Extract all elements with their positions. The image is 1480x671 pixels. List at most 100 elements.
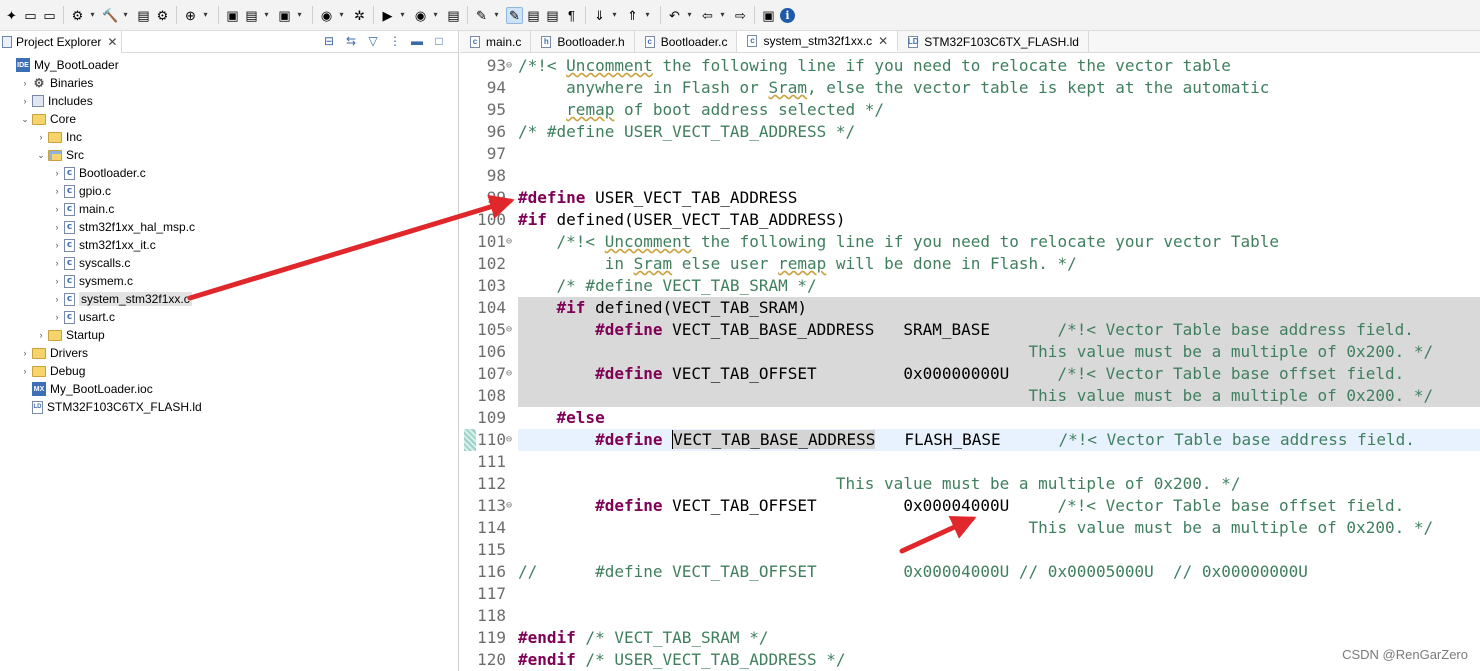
- code-line[interactable]: 108 This value must be a multiple of 0x2…: [460, 385, 1480, 407]
- tree-item-my-bootloader-ioc[interactable]: MX My_BootLoader.ioc: [20, 380, 153, 398]
- tree-item-includes[interactable]: › Includes: [20, 92, 93, 110]
- fold-toggle-icon[interactable]: ⊖: [506, 495, 516, 517]
- info-icon[interactable]: i: [779, 7, 796, 24]
- code-line[interactable]: 107 ⊖ #define VECT_TAB_OFFSET 0x00000000U…: [460, 363, 1480, 385]
- tree-item-drivers[interactable]: › Drivers: [20, 344, 89, 362]
- profile-icon[interactable]: ⊕: [182, 7, 199, 24]
- project-explorer-tab[interactable]: Project Explorer ✕: [0, 30, 123, 53]
- code-line[interactable]: 116 // #define VECT_TAB_OFFSET 0x00004000…: [460, 561, 1480, 583]
- code-line[interactable]: 113 ⊖ #define VECT_TAB_OFFSET 0x00004000U…: [460, 495, 1480, 517]
- dropdown-arrow-icon[interactable]: ▾: [718, 7, 727, 24]
- open-type-icon[interactable]: ▤: [445, 7, 462, 24]
- new-icon[interactable]: ✦: [3, 7, 20, 24]
- minimize-icon[interactable]: ▬: [410, 34, 424, 48]
- code-line[interactable]: 98: [460, 165, 1480, 187]
- code-line[interactable]: 94 anywhere in Flash or Sram, else the v…: [460, 77, 1480, 99]
- code-line[interactable]: 119 #endif /* VECT_TAB_SRAM */: [460, 627, 1480, 649]
- tree-item-my-bootloader[interactable]: IDE My_BootLoader: [4, 56, 119, 74]
- close-icon[interactable]: ✕: [878, 34, 888, 48]
- code-line[interactable]: 102 in Sram else user remap will be done…: [460, 253, 1480, 275]
- expanded-arrow-icon[interactable]: ⌄: [20, 114, 30, 125]
- code-line[interactable]: 109 #else: [460, 407, 1480, 429]
- tree-item-binaries[interactable]: › ⚙ Binaries: [20, 74, 94, 92]
- collapsed-arrow-icon[interactable]: ›: [36, 330, 46, 340]
- code-line[interactable]: 100 #if defined(USER_VECT_TAB_ADDRESS): [460, 209, 1480, 231]
- collapsed-arrow-icon[interactable]: ›: [52, 258, 62, 268]
- code-line[interactable]: 103 /* #define VECT_TAB_SRAM */: [460, 275, 1480, 297]
- filter-icon[interactable]: ▽: [366, 34, 380, 48]
- fold-toggle-icon[interactable]: ⊖: [506, 429, 516, 451]
- code-line[interactable]: 114 This value must be a multiple of 0x2…: [460, 517, 1480, 539]
- forward-icon[interactable]: ⇨: [732, 7, 749, 24]
- dropdown-arrow-icon[interactable]: ▾: [685, 7, 694, 24]
- mark-occurrences-icon[interactable]: ✎: [506, 6, 523, 24]
- code-area[interactable]: 93 ⊖/*!< Uncomment the following line if …: [460, 55, 1480, 671]
- fold-toggle-icon[interactable]: ⊖: [506, 231, 516, 253]
- link-with-editor-icon[interactable]: ⇆: [344, 34, 358, 48]
- code-line[interactable]: 105 ⊖ #define VECT_TAB_BASE_ADDRESS SRAM_…: [460, 319, 1480, 341]
- dropdown-arrow-icon[interactable]: ▾: [262, 7, 271, 24]
- dropdown-arrow-icon[interactable]: ▾: [337, 7, 346, 24]
- collapsed-arrow-icon[interactable]: ›: [52, 186, 62, 196]
- code-line[interactable]: 106 This value must be a multiple of 0x2…: [460, 341, 1480, 363]
- tab-bootloader-h[interactable]: h Bootloader.h: [531, 31, 635, 52]
- fold-toggle-icon[interactable]: ⊖: [506, 319, 516, 341]
- last-edit-icon[interactable]: ↶: [666, 7, 683, 24]
- collapsed-arrow-icon[interactable]: ›: [20, 96, 30, 106]
- close-icon[interactable]: ✕: [107, 35, 117, 49]
- dropdown-arrow-icon[interactable]: ▾: [121, 7, 130, 24]
- tab-stm32f103c6tx-flash-ld[interactable]: LD STM32F103C6TX_FLASH.ld: [898, 31, 1089, 52]
- debug-bug-icon[interactable]: ✲: [351, 7, 368, 24]
- settings-gear-icon[interactable]: ⚙: [69, 7, 86, 24]
- collapsed-arrow-icon[interactable]: ›: [36, 132, 46, 142]
- tab-bootloader-c[interactable]: c Bootloader.c: [634, 31, 738, 52]
- tree-item-main-c[interactable]: › c main.c: [52, 200, 115, 218]
- dropdown-arrow-icon[interactable]: ▾: [88, 7, 97, 24]
- dropdown-arrow-icon[interactable]: ▾: [398, 7, 407, 24]
- code-line[interactable]: 95 remap of boot address selected */: [460, 99, 1480, 121]
- show-whitespace-icon[interactable]: ¶: [563, 7, 580, 24]
- run-play-icon[interactable]: ▶: [379, 7, 396, 24]
- block-selection-icon[interactable]: ▤: [544, 7, 561, 24]
- code-line[interactable]: 93 ⊖/*!< Uncomment the following line if …: [460, 55, 1480, 77]
- code-line[interactable]: 97: [460, 143, 1480, 165]
- save-icon[interactable]: ▭: [22, 7, 39, 24]
- code-line[interactable]: 99 #define USER_VECT_TAB_ADDRESS: [460, 187, 1480, 209]
- debug-config-icon[interactable]: ⚙: [154, 7, 171, 24]
- code-line[interactable]: 117: [460, 583, 1480, 605]
- code-line[interactable]: 120 #endif /* USER_VECT_TAB_ADDRESS */: [460, 649, 1480, 671]
- back-icon[interactable]: ⇦: [699, 7, 716, 24]
- dropdown-arrow-icon[interactable]: ▾: [643, 7, 652, 24]
- open-folder-icon[interactable]: ▤: [243, 7, 260, 24]
- tree-item-src[interactable]: ⌄ Src: [36, 146, 84, 164]
- collapsed-arrow-icon[interactable]: ›: [52, 294, 62, 304]
- dropdown-arrow-icon[interactable]: ▾: [431, 7, 440, 24]
- search-icon[interactable]: ✎: [473, 7, 490, 24]
- tree-item-core[interactable]: ⌄ Core: [20, 110, 76, 128]
- fold-toggle-icon[interactable]: ⊖: [506, 55, 516, 77]
- collapsed-arrow-icon[interactable]: ›: [52, 222, 62, 232]
- new-project-icon[interactable]: ▣: [224, 7, 241, 24]
- fold-toggle-icon[interactable]: ⊖: [506, 363, 516, 385]
- collapsed-arrow-icon[interactable]: ›: [20, 78, 30, 88]
- binary-icon[interactable]: ▤: [135, 7, 152, 24]
- build-hammer-icon[interactable]: 🔨: [102, 7, 119, 24]
- code-line[interactable]: 101 ⊖ /*!< Uncomment the following line i…: [460, 231, 1480, 253]
- collapsed-arrow-icon[interactable]: ›: [52, 240, 62, 250]
- toggle-highlight-icon[interactable]: ▤: [525, 7, 542, 24]
- tree-item-system-stm32f1xx-c[interactable]: › c system_stm32f1xx.c: [52, 290, 192, 308]
- tree-item-bootloader-c[interactable]: › c Bootloader.c: [52, 164, 146, 182]
- code-line[interactable]: 110 ⊖ #define VECT_TAB_BASE_ADDRESS FLASH…: [460, 429, 1480, 451]
- collapsed-arrow-icon[interactable]: ›: [20, 348, 30, 358]
- tree-item-gpio-c[interactable]: › c gpio.c: [52, 182, 112, 200]
- dropdown-arrow-icon[interactable]: ▾: [610, 7, 619, 24]
- view-menu-icon[interactable]: ⋮: [388, 34, 402, 48]
- code-line[interactable]: 111: [460, 451, 1480, 473]
- tree-item-sysmem-c[interactable]: › c sysmem.c: [52, 272, 134, 290]
- collapsed-arrow-icon[interactable]: ›: [52, 312, 62, 322]
- tree-item-syscalls-c[interactable]: › c syscalls.c: [52, 254, 131, 272]
- code-line[interactable]: 115: [460, 539, 1480, 561]
- tree-item-inc[interactable]: › Inc: [36, 128, 83, 146]
- code-line[interactable]: 112 This value must be a multiple of 0x2…: [460, 473, 1480, 495]
- collapsed-arrow-icon[interactable]: ›: [20, 366, 30, 376]
